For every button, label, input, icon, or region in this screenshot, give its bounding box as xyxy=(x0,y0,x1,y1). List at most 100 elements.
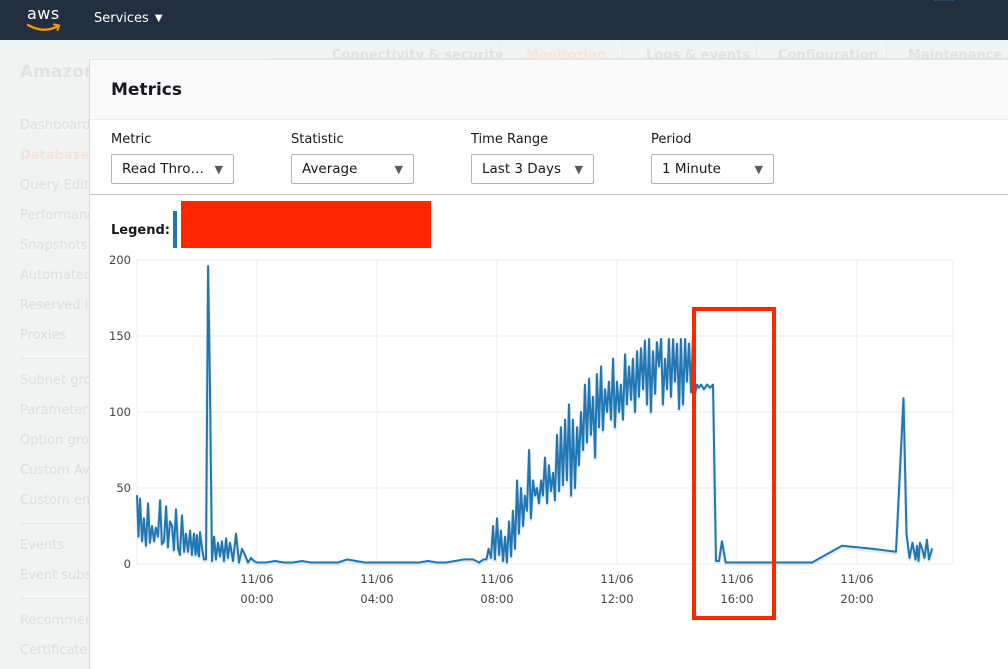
data-point xyxy=(215,558,217,561)
data-point xyxy=(418,561,420,564)
data-point xyxy=(487,548,490,550)
x-axis: 11/06 00:00 11/06 04:00 11/06 08:00 11/06 12:00… xyxy=(240,572,873,606)
data-point xyxy=(175,508,177,511)
data-point xyxy=(536,487,538,489)
x-tick-time-label: 20:00 xyxy=(840,592,873,606)
data-point xyxy=(238,561,240,564)
data-point xyxy=(485,558,488,561)
data-point xyxy=(516,479,518,482)
data-point xyxy=(742,561,744,564)
data-point xyxy=(169,520,171,523)
data-point xyxy=(678,408,680,410)
data-point xyxy=(700,383,702,386)
chart-series xyxy=(135,0,954,566)
data-point xyxy=(534,494,536,497)
data-point xyxy=(648,338,650,340)
data-point xyxy=(554,499,556,501)
data-point xyxy=(614,426,616,429)
data-point xyxy=(582,449,584,451)
data-point xyxy=(680,338,682,340)
data-point xyxy=(506,561,508,564)
data-point xyxy=(167,546,169,549)
data-point xyxy=(217,541,219,544)
data-point xyxy=(626,403,628,406)
data-point xyxy=(684,338,686,340)
data-point xyxy=(612,358,614,360)
data-point xyxy=(636,350,638,353)
data-point xyxy=(656,341,658,343)
data-point xyxy=(914,558,917,561)
data-point xyxy=(934,0,936,1)
data-point xyxy=(250,557,252,559)
data-point xyxy=(658,365,660,368)
data-point xyxy=(173,549,175,552)
data-point xyxy=(181,514,183,517)
y-tick-label: 100 xyxy=(109,405,131,419)
data-point xyxy=(628,365,630,368)
data-point xyxy=(917,560,920,562)
data-point xyxy=(223,560,225,562)
x-tick-time-label: 16:00 xyxy=(720,592,753,606)
data-point xyxy=(548,464,550,467)
data-point xyxy=(911,541,914,544)
data-point xyxy=(310,561,312,564)
chart-container: 0 50 100 150 200 11/06 00:00 11/06 04:00 11/06 08… xyxy=(0,0,1008,659)
data-point xyxy=(482,558,485,561)
data-point xyxy=(908,557,911,559)
data-point xyxy=(494,558,496,561)
data-point xyxy=(427,560,429,562)
data-point xyxy=(504,535,506,538)
data-point xyxy=(733,561,735,564)
data-point xyxy=(141,540,143,542)
data-point xyxy=(492,525,494,527)
metrics-line-chart: 0 50 100 150 200 11/06 00:00 11/06 04:00 11/06 08… xyxy=(109,0,954,606)
data-point xyxy=(508,520,510,523)
series-line xyxy=(136,265,933,564)
data-point xyxy=(919,541,921,544)
data-point xyxy=(688,342,690,345)
data-point xyxy=(574,487,576,489)
data-point xyxy=(514,548,516,550)
data-point xyxy=(584,383,586,386)
data-point xyxy=(712,383,714,386)
data-point xyxy=(630,399,632,401)
data-point xyxy=(646,403,648,406)
data-point xyxy=(668,338,670,340)
data-point xyxy=(682,403,684,406)
x-tick-time-label: 12:00 xyxy=(600,592,633,606)
data-point xyxy=(194,554,197,556)
data-point xyxy=(177,548,179,550)
data-point xyxy=(662,403,664,406)
data-point xyxy=(600,365,602,368)
data-point xyxy=(546,502,548,505)
data-point xyxy=(502,560,504,562)
data-point xyxy=(155,526,157,529)
data-point xyxy=(187,551,189,553)
data-point xyxy=(602,429,604,432)
data-point xyxy=(550,490,552,492)
data-point xyxy=(510,555,512,558)
data-point xyxy=(490,557,492,559)
y-tick-label: 0 xyxy=(124,557,131,571)
data-point xyxy=(207,265,209,267)
data-point xyxy=(382,561,384,564)
data-point xyxy=(203,558,205,561)
data-point xyxy=(198,555,200,558)
data-point xyxy=(153,540,155,542)
data-point xyxy=(373,561,375,564)
data-point xyxy=(265,561,267,564)
data-point xyxy=(592,396,594,398)
data-point xyxy=(926,538,928,541)
data-point xyxy=(622,418,624,421)
data-point xyxy=(498,554,500,556)
data-point xyxy=(524,494,526,497)
data-point xyxy=(566,479,568,482)
x-tick-time-label: 04:00 xyxy=(360,592,393,606)
x-tick-date-label: 11/06 xyxy=(360,572,393,586)
data-point xyxy=(145,544,147,547)
data-point xyxy=(921,548,923,550)
data-point xyxy=(538,502,540,505)
y-tick-label: 50 xyxy=(116,481,131,495)
data-point xyxy=(526,510,528,512)
data-point xyxy=(319,561,321,564)
